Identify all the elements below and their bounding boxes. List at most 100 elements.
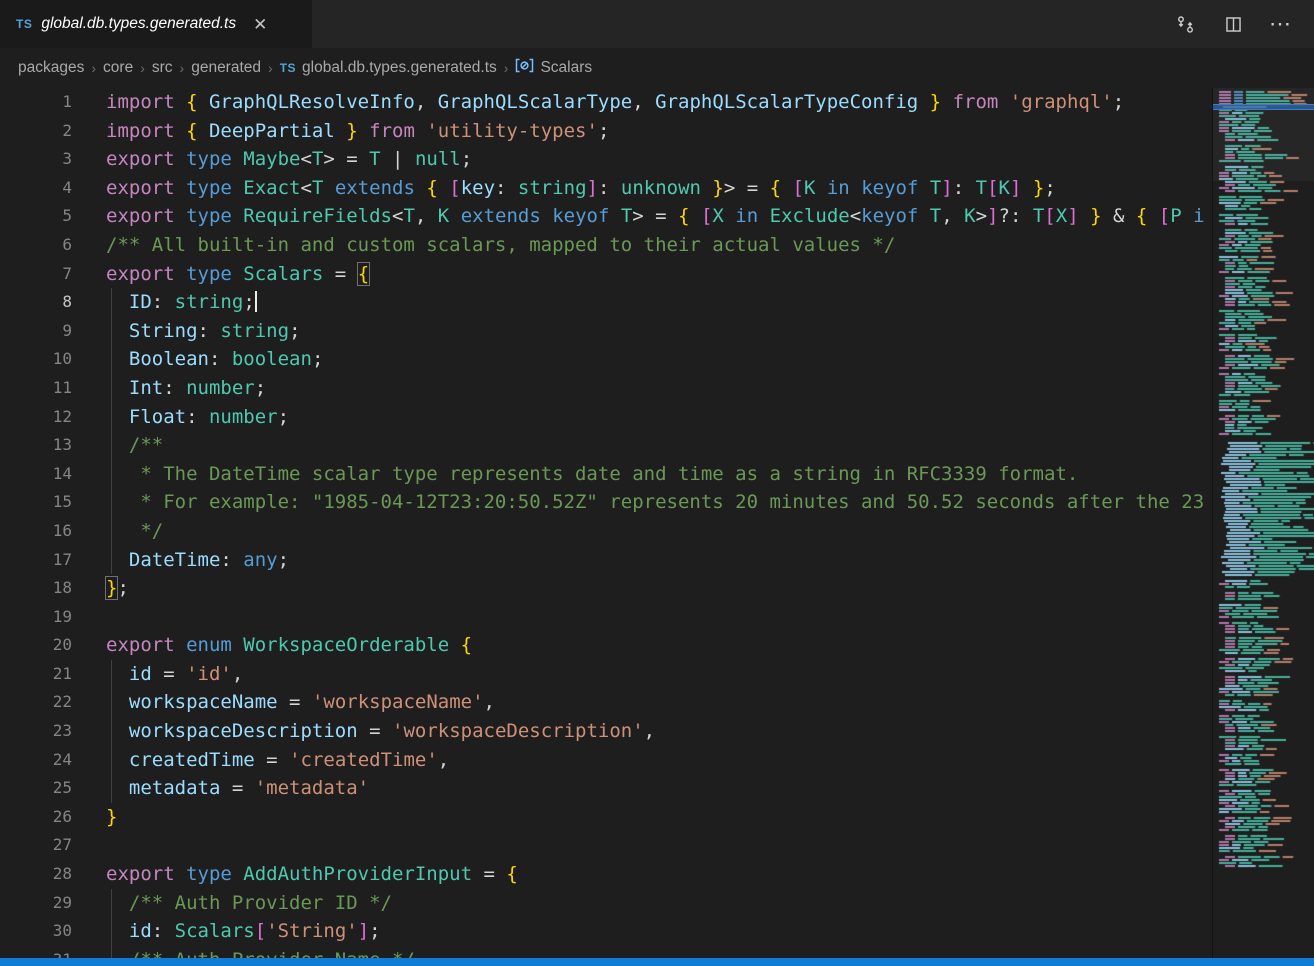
code-line[interactable]: 21 id = 'id', — [0, 660, 1206, 689]
typescript-file-icon: TS — [280, 61, 296, 75]
split-editor-icon[interactable] — [1222, 13, 1244, 35]
code-line[interactable]: 18}; — [0, 574, 1206, 603]
line-number[interactable]: 28 — [0, 860, 72, 889]
code-text: Float: number; — [72, 403, 289, 432]
more-actions-icon[interactable]: ⋯ — [1270, 13, 1292, 35]
code-line[interactable]: 10 Boolean: boolean; — [0, 345, 1206, 374]
close-tab-icon[interactable]: ✕ — [253, 16, 267, 33]
code-line[interactable]: 24 createdTime = 'createdTime', — [0, 746, 1206, 775]
text-cursor — [255, 291, 257, 312]
tab-global-db-types-generated[interactable]: TS global.db.types.generated.ts ✕ — [0, 0, 312, 48]
code-line[interactable]: 15 * For example: "1985-04-12T23:20:50.5… — [0, 488, 1206, 517]
breadcrumb-separator: › — [140, 60, 145, 76]
code-line[interactable]: 28export type AddAuthProviderInput = { — [0, 860, 1206, 889]
breadcrumb-item-core[interactable]: core — [103, 59, 133, 77]
line-number[interactable]: 29 — [0, 889, 72, 918]
code-line[interactable]: 5export type RequireFields<T, K extends … — [0, 202, 1206, 231]
line-number[interactable]: 13 — [0, 431, 72, 460]
code-line[interactable]: 29 /** Auth Provider ID */ — [0, 889, 1206, 918]
line-number[interactable]: 30 — [0, 917, 72, 946]
code-line[interactable]: 30 id: Scalars['String']; — [0, 917, 1206, 946]
code-text: export type Scalars = { — [72, 260, 369, 289]
line-number[interactable]: 1 — [0, 88, 72, 117]
code-line[interactable]: 4export type Exact<T extends { [key: str… — [0, 174, 1206, 203]
code-line[interactable]: 3export type Maybe<T> = T | null; — [0, 145, 1206, 174]
breadcrumb-item-packages[interactable]: packages — [18, 59, 84, 77]
code-line[interactable]: 7export type Scalars = { — [0, 260, 1206, 289]
code-line[interactable]: 6/** All built-in and custom scalars, ma… — [0, 231, 1206, 260]
line-number[interactable]: 3 — [0, 145, 72, 174]
line-number[interactable]: 14 — [0, 460, 72, 489]
code-text: * The DateTime scalar type represents da… — [72, 460, 1078, 489]
code-text — [72, 831, 106, 860]
line-number[interactable]: 4 — [0, 174, 72, 203]
code-line[interactable]: 17 DateTime: any; — [0, 546, 1206, 575]
code-text — [72, 603, 106, 632]
breadcrumb-symbol[interactable]: Scalars — [515, 58, 592, 78]
code-text: export enum WorkspaceOrderable { — [72, 631, 472, 660]
code-line[interactable]: 12 Float: number; — [0, 403, 1206, 432]
vscode-window: TS global.db.types.generated.ts ✕ ⋯ — [0, 0, 1314, 966]
code-line[interactable]: 14 * The DateTime scalar type represents… — [0, 460, 1206, 489]
status-bar — [0, 958, 1314, 966]
code-line[interactable]: 8 ID: string; — [0, 288, 1206, 317]
line-number[interactable]: 24 — [0, 746, 72, 775]
code-text: export type Exact<T extends { [key: stri… — [72, 174, 1056, 203]
code-line[interactable]: 25 metadata = 'metadata' — [0, 774, 1206, 803]
code-line[interactable]: 26} — [0, 803, 1206, 832]
line-number[interactable]: 23 — [0, 717, 72, 746]
breadcrumb-separator: › — [268, 60, 273, 76]
line-number[interactable]: 2 — [0, 117, 72, 146]
code-text: import { GraphQLResolveInfo, GraphQLScal… — [72, 88, 1124, 117]
line-number[interactable]: 9 — [0, 317, 72, 346]
tab-title: global.db.types.generated.ts — [41, 15, 236, 33]
line-number[interactable]: 7 — [0, 260, 72, 289]
code-text: DateTime: any; — [72, 546, 289, 575]
line-number[interactable]: 6 — [0, 231, 72, 260]
editor-actions: ⋯ — [1174, 0, 1314, 48]
line-number[interactable]: 22 — [0, 688, 72, 717]
code-editor[interactable]: 1import { GraphQLResolveInfo, GraphQLSca… — [0, 88, 1206, 966]
code-text: workspaceDescription = 'workspaceDescrip… — [72, 717, 655, 746]
code-text: export type AddAuthProviderInput = { — [72, 860, 518, 889]
code-line[interactable]: 11 Int: number; — [0, 374, 1206, 403]
line-number[interactable]: 15 — [0, 488, 72, 517]
code-text: /** All built-in and custom scalars, map… — [72, 231, 895, 260]
code-line[interactable]: 27 — [0, 831, 1206, 860]
breadcrumb-item-generated[interactable]: generated — [191, 59, 261, 77]
code-line[interactable]: 2import { DeepPartial } from 'utility-ty… — [0, 117, 1206, 146]
breadcrumb-file-label: global.db.types.generated.ts — [302, 59, 497, 77]
code-line[interactable]: 1import { GraphQLResolveInfo, GraphQLSca… — [0, 88, 1206, 117]
code-line[interactable]: 19 — [0, 603, 1206, 632]
breadcrumb-separator: › — [504, 60, 509, 76]
line-number[interactable]: 26 — [0, 803, 72, 832]
line-number[interactable]: 20 — [0, 631, 72, 660]
code-lines: 1import { GraphQLResolveInfo, GraphQLSca… — [0, 88, 1206, 966]
breadcrumb-file[interactable]: TS global.db.types.generated.ts — [280, 59, 497, 77]
type-symbol-icon — [515, 58, 534, 78]
line-number[interactable]: 25 — [0, 774, 72, 803]
code-text: } — [72, 803, 117, 832]
line-number[interactable]: 27 — [0, 831, 72, 860]
code-text: }; — [72, 574, 129, 603]
minimap[interactable] — [1212, 88, 1314, 959]
code-line[interactable]: 16 */ — [0, 517, 1206, 546]
code-line[interactable]: 9 String: string; — [0, 317, 1206, 346]
code-line[interactable]: 23 workspaceDescription = 'workspaceDesc… — [0, 717, 1206, 746]
minimap-slider[interactable] — [1213, 88, 1314, 181]
line-number[interactable]: 19 — [0, 603, 72, 632]
line-number[interactable]: 17 — [0, 546, 72, 575]
line-number[interactable]: 12 — [0, 403, 72, 432]
line-number[interactable]: 16 — [0, 517, 72, 546]
code-line[interactable]: 20export enum WorkspaceOrderable { — [0, 631, 1206, 660]
code-line[interactable]: 22 workspaceName = 'workspaceName', — [0, 688, 1206, 717]
open-changes-icon[interactable] — [1174, 13, 1196, 35]
code-line[interactable]: 13 /** — [0, 431, 1206, 460]
line-number[interactable]: 11 — [0, 374, 72, 403]
breadcrumb-item-src[interactable]: src — [152, 59, 173, 77]
line-number[interactable]: 5 — [0, 202, 72, 231]
line-number[interactable]: 18 — [0, 574, 72, 603]
line-number[interactable]: 10 — [0, 345, 72, 374]
line-number[interactable]: 8 — [0, 288, 72, 317]
line-number[interactable]: 21 — [0, 660, 72, 689]
